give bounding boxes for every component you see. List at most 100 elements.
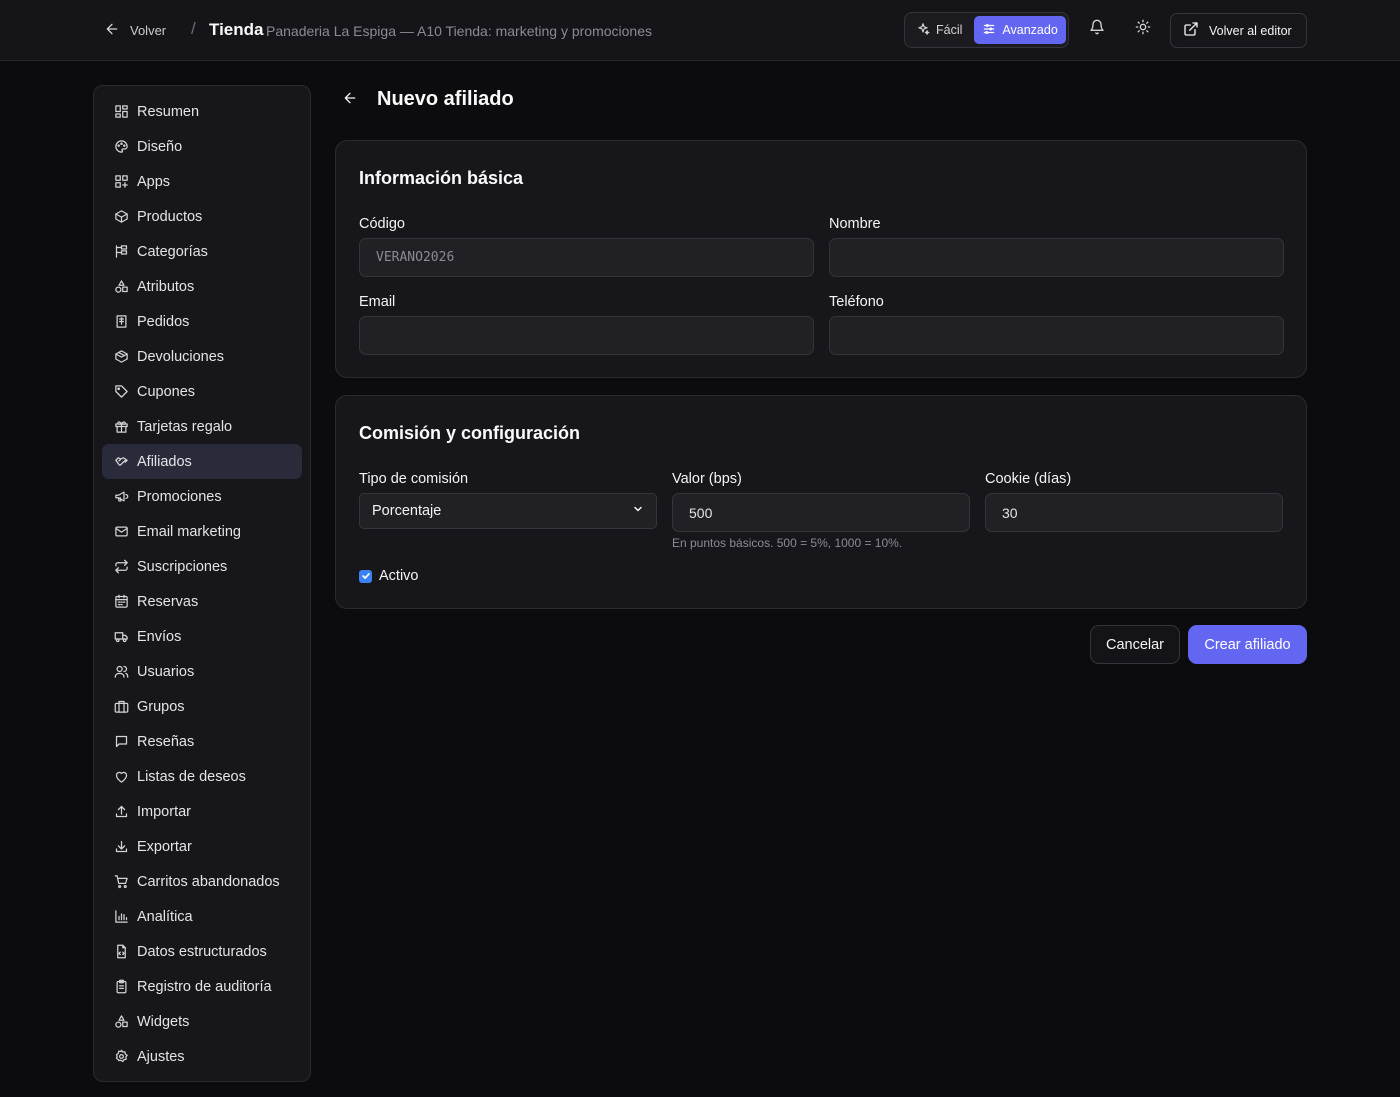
email-input[interactable] — [359, 316, 814, 355]
sidebar-item-atributos[interactable]: Atributos — [102, 269, 302, 304]
page-back-button[interactable] — [340, 90, 360, 110]
active-label: Activo — [379, 568, 419, 584]
sidebar-item-label: Datos estructurados — [137, 943, 267, 960]
sidebar-item-exportar[interactable]: Exportar — [102, 829, 302, 864]
theme-toggle-button[interactable] — [1131, 17, 1155, 41]
create-affiliate-button[interactable]: Crear afiliado — [1188, 625, 1307, 664]
back-to-editor-button[interactable]: Volver al editor — [1170, 13, 1307, 48]
tag-icon — [114, 384, 129, 399]
email-label: Email — [359, 294, 396, 310]
value-bps-input[interactable] — [672, 493, 970, 532]
sidebar-item-afiliados[interactable]: Afiliados — [102, 444, 302, 479]
arrow-left-icon — [342, 90, 358, 111]
chevron-down-icon — [632, 503, 644, 519]
sidebar-item-registro-de-auditoria[interactable]: Registro de auditoría — [102, 969, 302, 1004]
sidebar-item-datos-estructurados[interactable]: Datos estructurados — [102, 934, 302, 969]
store-subtitle: Panaderia La Espiga — A10 Tienda: market… — [266, 23, 653, 39]
sidebar-item-label: Apps — [137, 173, 171, 190]
active-checkbox[interactable] — [359, 570, 372, 583]
sidebar-item-categorias[interactable]: Categorías — [102, 234, 302, 269]
breadcrumb-separator: / — [191, 19, 196, 38]
commission-type-select[interactable]: Porcentaje — [359, 493, 657, 529]
sidebar-item-tarjetas-regalo[interactable]: Tarjetas regalo — [102, 409, 302, 444]
cookie-days-label: Cookie (días) — [985, 471, 1072, 487]
apps-icon — [114, 174, 129, 189]
sidebar-item-resumen[interactable]: Resumen — [102, 94, 302, 129]
heart-icon — [114, 769, 129, 784]
sidebar-item-label: Importar — [137, 803, 191, 820]
sidebar-item-listas-de-deseos[interactable]: Listas de deseos — [102, 759, 302, 794]
sparkles-icon — [916, 22, 930, 39]
gift-icon — [114, 419, 129, 434]
sidebar-item-pedidos[interactable]: Pedidos — [102, 304, 302, 339]
sidebar-item-label: Resumen — [137, 103, 200, 120]
sidebar-item-promociones[interactable]: Promociones — [102, 479, 302, 514]
sidebar-item-label: Email marketing — [137, 523, 241, 540]
shapes-icon — [114, 1014, 129, 1029]
back-label: Volver — [130, 22, 167, 38]
external-link-icon — [1183, 21, 1199, 40]
sidebar-item-suscripciones[interactable]: Suscripciones — [102, 549, 302, 584]
sidebar-item-devoluciones[interactable]: Devoluciones — [102, 339, 302, 374]
sidebar-item-apps[interactable]: Apps — [102, 164, 302, 199]
grid-icon — [114, 104, 129, 119]
sidebar-item-grupos[interactable]: Grupos — [102, 689, 302, 724]
sidebar-item-label: Cupones — [137, 383, 196, 400]
sidebar-item-importar[interactable]: Importar — [102, 794, 302, 829]
name-input[interactable] — [829, 238, 1284, 277]
sidebar-item-envios[interactable]: Envíos — [102, 619, 302, 654]
sidebar-item-resenas[interactable]: Reseñas — [102, 724, 302, 759]
clipboard-icon — [114, 979, 129, 994]
sun-icon — [1135, 19, 1151, 40]
back-button[interactable]: Volver — [104, 20, 166, 40]
repeat-icon — [114, 559, 129, 574]
gear-icon — [114, 1049, 129, 1064]
sidebar-item-label: Pedidos — [137, 313, 190, 330]
sidebar-item-label: Productos — [137, 208, 203, 225]
sidebar-item-usuarios[interactable]: Usuarios — [102, 654, 302, 689]
cookie-days-input[interactable] — [985, 493, 1283, 532]
megaphone-icon — [114, 489, 129, 504]
sidebar-item-analitica[interactable]: Analítica — [102, 899, 302, 934]
briefcase-icon — [114, 699, 129, 714]
package-icon — [114, 349, 129, 364]
handshake-icon — [114, 454, 129, 469]
sidebar-item-label: Reservas — [137, 593, 199, 610]
phone-input[interactable] — [829, 316, 1284, 355]
mode-easy-button[interactable]: Fácil — [908, 16, 970, 44]
upload-icon — [114, 804, 129, 819]
code-input[interactable] — [359, 238, 814, 277]
sidebar-item-widgets[interactable]: Widgets — [102, 1004, 302, 1039]
sidebar-item-label: Afiliados — [137, 453, 192, 470]
notifications-button[interactable] — [1085, 17, 1109, 41]
bar-chart-icon — [114, 909, 129, 924]
tree-icon — [114, 244, 129, 259]
name-label: Nombre — [829, 216, 881, 232]
sidebar-item-reservas[interactable]: Reservas — [102, 584, 302, 619]
sidebar-item-diseno[interactable]: Diseño — [102, 129, 302, 164]
mode-advanced-button[interactable]: Avanzado — [974, 16, 1066, 44]
shapes-icon — [114, 279, 129, 294]
bell-icon — [1089, 19, 1105, 40]
sidebar-item-cupones[interactable]: Cupones — [102, 374, 302, 409]
commission-type-value: Porcentaje — [372, 503, 442, 519]
sidebar-item-ajustes[interactable]: Ajustes — [102, 1039, 302, 1074]
sidebar-item-label: Promociones — [137, 488, 222, 505]
code-label: Código — [359, 216, 405, 232]
sidebar-item-label: Suscripciones — [137, 558, 228, 575]
sidebar-item-label: Carritos abandonados — [137, 873, 280, 890]
cancel-button[interactable]: Cancelar — [1090, 625, 1180, 664]
top-bar: Volver / Tienda Panaderia La Espiga — A1… — [0, 0, 1400, 61]
sidebar-item-email-marketing[interactable]: Email marketing — [102, 514, 302, 549]
sidebar-item-label: Registro de auditoría — [137, 978, 272, 995]
sidebar-item-label: Listas de deseos — [137, 768, 246, 785]
commission-type-label: Tipo de comisión — [359, 471, 469, 487]
store-title: Tienda — [209, 20, 264, 39]
sidebar-item-productos[interactable]: Productos — [102, 199, 302, 234]
commission-card: Comisión y configuración Tipo de comisió… — [335, 395, 1307, 609]
truck-icon — [114, 629, 129, 644]
sidebar-item-label: Tarjetas regalo — [137, 418, 233, 435]
sidebar-item-label: Ajustes — [137, 1048, 185, 1065]
sidebar-item-carritos-abandonados[interactable]: Carritos abandonados — [102, 864, 302, 899]
arrow-left-icon — [104, 21, 120, 40]
